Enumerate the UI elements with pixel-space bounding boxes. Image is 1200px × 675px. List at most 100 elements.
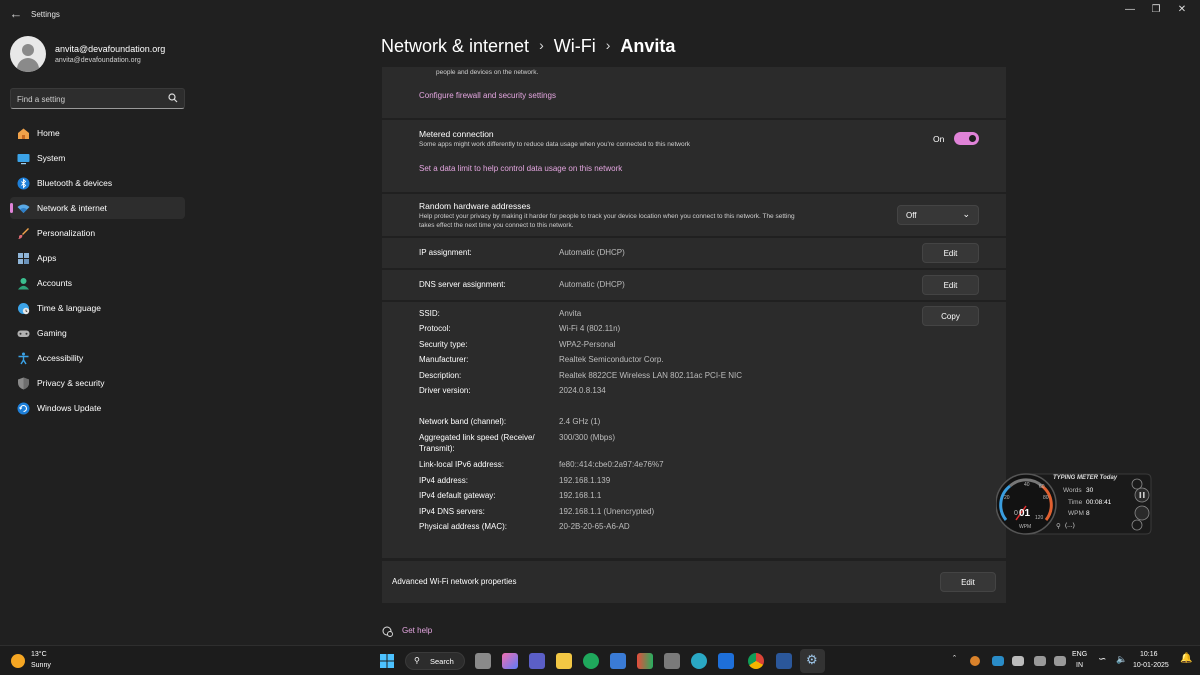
wpm-value: 8 xyxy=(1086,510,1090,517)
sidebar-item-time-language[interactable]: Time & language xyxy=(10,297,185,319)
teams-icon[interactable] xyxy=(529,653,545,669)
title-bar: ← Settings — ❐ ✕ xyxy=(0,0,1200,30)
tray-app-icon-4[interactable] xyxy=(1034,656,1046,666)
sidebar-item-accessibility[interactable]: Accessibility xyxy=(10,347,185,369)
prop-value: 300/300 (Mbps) xyxy=(559,433,616,442)
sidebar-item-apps[interactable]: Apps xyxy=(10,247,185,269)
store-icon[interactable] xyxy=(610,653,626,669)
close-button[interactable]: ✕ xyxy=(1169,2,1195,18)
prop-label: Link-local IPv6 address: xyxy=(419,460,504,469)
shield-icon xyxy=(16,376,30,390)
typing-meter-widget: 0 20 40 60 80 120 01 WPM TYPING METER To… xyxy=(996,472,1152,536)
metered-toggle[interactable] xyxy=(954,132,979,145)
prop-value: 192.168.1.1 xyxy=(559,491,602,500)
meter-search-icon[interactable]: ⚲ xyxy=(1056,522,1061,530)
apps-icon xyxy=(16,251,30,265)
random-hardware-card: Random hardware addresses Help protect y… xyxy=(382,194,1006,236)
prop-label: Transmit): xyxy=(419,444,455,453)
advanced-label: Advanced Wi-Fi network properties xyxy=(392,577,517,586)
ip-edit-button[interactable]: Edit xyxy=(922,243,979,263)
minimize-button[interactable]: — xyxy=(1117,2,1143,18)
copy-button[interactable]: Copy xyxy=(922,306,979,326)
gauge-value: 01 xyxy=(1019,508,1031,519)
tray-app-icon-5[interactable] xyxy=(1054,656,1066,666)
taskbar: 13°C Sunny ⚲ Search ⚙ ˆ ENG IN ∽ 🔈 10:16… xyxy=(0,645,1200,675)
prop-label: Driver version: xyxy=(419,386,471,395)
prop-label: Security type: xyxy=(419,340,468,349)
search-input[interactable] xyxy=(17,92,162,106)
chrome-icon[interactable] xyxy=(748,653,764,669)
file-explorer-icon[interactable] xyxy=(556,653,572,669)
back-arrow-icon[interactable]: ← xyxy=(8,6,24,22)
sidebar-item-network[interactable]: Network & internet xyxy=(10,197,185,219)
sidebar-item-accounts[interactable]: Accounts xyxy=(10,272,185,294)
language-indicator[interactable]: ENG xyxy=(1072,651,1087,658)
gamepad-icon xyxy=(16,326,30,340)
advanced-card: Advanced Wi-Fi network properties Edit xyxy=(382,561,1006,603)
tray-app-icon-1[interactable] xyxy=(970,656,980,666)
maximize-button[interactable]: ❐ xyxy=(1143,2,1169,18)
profile-email: anvita@devafoundation.org xyxy=(55,57,141,64)
app-icon-2[interactable] xyxy=(664,653,680,669)
prop-label: Network band (channel): xyxy=(419,417,507,426)
taskbar-search[interactable]: ⚲ Search xyxy=(405,652,465,670)
clock-time[interactable]: 10:16 xyxy=(1140,651,1158,658)
sidebar-item-home[interactable]: Home xyxy=(10,122,185,144)
advanced-edit-button[interactable]: Edit xyxy=(940,572,996,592)
metered-title: Metered connection xyxy=(419,129,494,139)
system-icon xyxy=(16,151,30,165)
firewall-settings-link[interactable]: Configure firewall and security settings xyxy=(419,91,556,100)
random-hw-dropdown[interactable]: Off ⌄ xyxy=(897,205,979,225)
app-icon-3[interactable] xyxy=(691,653,707,669)
data-limit-link[interactable]: Set a data limit to help control data us… xyxy=(419,164,622,173)
breadcrumb-wifi[interactable]: Wi-Fi xyxy=(554,36,596,57)
chevron-right-icon: › xyxy=(605,37,611,53)
app-icon-1[interactable] xyxy=(637,653,653,669)
dns-edit-button[interactable]: Edit xyxy=(922,275,979,295)
globe-clock-icon xyxy=(16,301,30,315)
task-view-icon[interactable] xyxy=(475,653,491,669)
sidebar-item-windows-update[interactable]: Windows Update xyxy=(10,397,185,419)
edge-icon[interactable] xyxy=(583,653,599,669)
word-icon[interactable] xyxy=(776,653,792,669)
wpm-label: WPM xyxy=(1068,510,1084,517)
help-chat-icon xyxy=(382,626,393,637)
breadcrumb-network[interactable]: Network & internet xyxy=(381,36,529,57)
prop-label: Protocol: xyxy=(419,324,451,333)
tray-app-icon-3[interactable] xyxy=(1012,656,1024,666)
random-hw-title: Random hardware addresses xyxy=(419,201,531,211)
weather-temp: 13°C xyxy=(31,651,47,658)
wifi-icon xyxy=(16,201,30,215)
avatar xyxy=(10,36,46,72)
notification-bell-icon[interactable]: 🔔 xyxy=(1180,653,1192,664)
search-icon: ⚲ xyxy=(414,656,420,665)
gauge-tick: 120 xyxy=(1035,515,1044,521)
app-icon-4[interactable] xyxy=(718,653,734,669)
sidebar-item-gaming[interactable]: Gaming xyxy=(10,322,185,344)
chevron-up-icon[interactable]: ˆ xyxy=(953,654,956,664)
app-title: Settings xyxy=(31,10,60,19)
metered-desc: Some apps might work differently to redu… xyxy=(419,141,691,148)
gauge-tick: 80 xyxy=(1043,495,1049,501)
windows-start-icon[interactable] xyxy=(379,653,395,669)
copilot-icon[interactable] xyxy=(502,653,518,669)
sidebar-item-personalization[interactable]: Personalization xyxy=(10,222,185,244)
words-label: Words xyxy=(1063,487,1082,494)
metered-card: Metered connection Some apps might work … xyxy=(382,120,1006,192)
time-value: 00:08:41 xyxy=(1086,499,1112,506)
sidebar-item-system[interactable]: System xyxy=(10,147,185,169)
tray-app-icon-2[interactable] xyxy=(992,656,1004,666)
search-box[interactable] xyxy=(10,88,185,109)
bluetooth-icon xyxy=(16,176,30,190)
prop-label: IPv4 DNS servers: xyxy=(419,507,485,516)
gauge-unit: WPM xyxy=(1019,524,1032,530)
prop-label: IPv4 default gateway: xyxy=(419,491,496,500)
prop-value: 192.168.1.139 xyxy=(559,476,611,485)
settings-taskbar-active[interactable]: ⚙ xyxy=(800,649,825,673)
prop-label: Aggregated link speed (Receive/ xyxy=(419,433,535,442)
sidebar-item-privacy[interactable]: Privacy & security xyxy=(10,372,185,394)
prop-label: Physical address (MAC): xyxy=(419,522,508,531)
search-icon[interactable] xyxy=(168,93,178,103)
sidebar-item-bluetooth[interactable]: Bluetooth & devices xyxy=(10,172,185,194)
wifi-tray-icon[interactable]: ∽ xyxy=(1098,654,1106,665)
